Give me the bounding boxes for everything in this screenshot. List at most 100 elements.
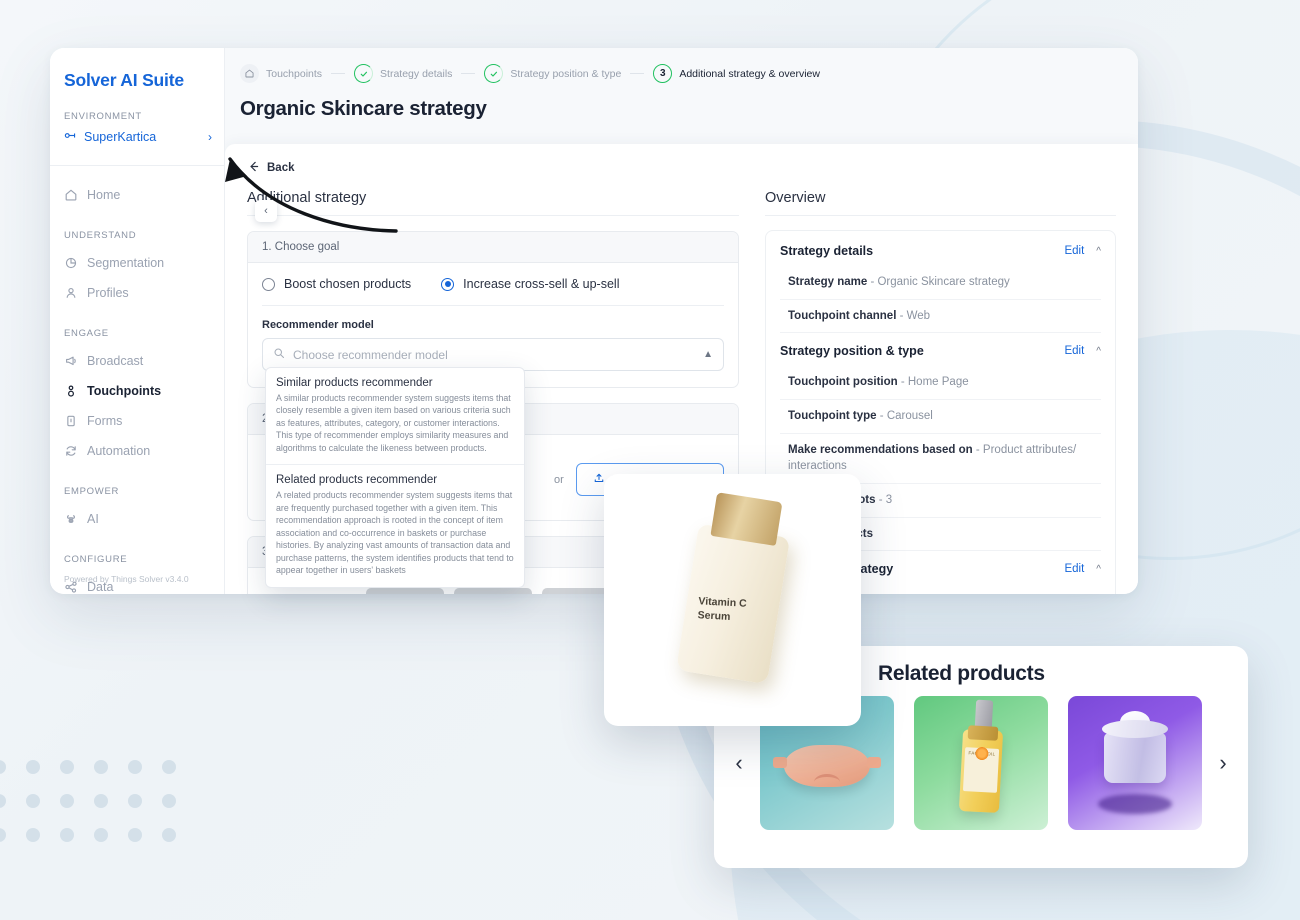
dot xyxy=(162,828,176,842)
dot xyxy=(128,760,142,774)
goal-option-1[interactable]: Boost chosen products xyxy=(262,277,411,291)
sidebar-item-profiles[interactable]: Profiles xyxy=(50,278,224,308)
recommender-model-label: Recommender model xyxy=(262,319,374,331)
breadcrumb-step-2[interactable]: Strategy details xyxy=(354,64,452,83)
sleep-mask-nose-graphic xyxy=(814,773,840,790)
product-subname: Serum xyxy=(696,609,731,624)
dot xyxy=(26,760,40,774)
overview-row-value: - Web xyxy=(896,309,931,322)
pie-chart-icon xyxy=(64,256,78,270)
dropper-collar-graphic xyxy=(967,725,999,741)
radio-button[interactable] xyxy=(262,277,275,291)
radio-button[interactable] xyxy=(441,277,455,291)
sidebar-item-touchpoints[interactable]: Touchpoints xyxy=(50,376,224,406)
divider xyxy=(262,305,724,306)
pointer-arrow-icon xyxy=(225,157,398,233)
sidebar-group-label-empower: EMPOWER xyxy=(64,486,120,497)
or-label: or xyxy=(554,473,564,486)
dot xyxy=(26,794,40,808)
product-photo: Vitamin C Serum xyxy=(622,492,843,708)
sidebar-item-segmentation[interactable]: Segmentation xyxy=(50,248,224,278)
megaphone-icon xyxy=(64,354,78,368)
step-number-circle: 3 xyxy=(653,64,673,83)
dropdown-option-1[interactable]: Similar products recommender A similar pr… xyxy=(266,368,524,466)
sidebar-item-label: Profiles xyxy=(87,286,129,300)
sidebar-item-label: Segmentation xyxy=(87,256,165,270)
dot xyxy=(162,760,176,774)
sidebar: Solver AI Suite ENVIRONMENT SuperKartica… xyxy=(50,48,225,594)
breadcrumb-separator xyxy=(630,73,645,74)
search-icon xyxy=(273,347,285,362)
overview-group-title: Strategy details xyxy=(780,244,874,258)
chevron-up-icon[interactable]: ^ xyxy=(1096,564,1101,575)
overview-heading: Overview xyxy=(765,190,1116,216)
breadcrumb-step-3[interactable]: Strategy position & type xyxy=(484,64,621,83)
dot xyxy=(162,794,176,808)
dot xyxy=(128,828,142,842)
product-slot-1[interactable]: 1 xyxy=(366,588,444,594)
recommender-model-placeholder: Choose recommender model xyxy=(293,347,448,362)
carousel-next-button[interactable]: › xyxy=(1216,750,1230,776)
chevron-up-icon[interactable]: ^ xyxy=(1096,346,1101,357)
recommender-model-dropdown[interactable]: Similar products recommender A similar pr… xyxy=(265,367,525,588)
sidebar-item-automation[interactable]: Automation xyxy=(50,436,224,466)
overview-row: Touchpoint channel - Web xyxy=(780,300,1101,334)
serum-bottle-graphic: Vitamin C Serum xyxy=(675,492,790,685)
cream-shadow-graphic xyxy=(1098,794,1172,814)
overview-row-label: Touchpoint position xyxy=(788,376,898,389)
home-icon xyxy=(240,64,259,83)
breadcrumb-label: Touchpoints xyxy=(266,67,323,80)
goal-option-2[interactable]: Increase cross-sell & up-sell xyxy=(441,277,619,291)
dot xyxy=(94,828,108,842)
sidebar-item-ai[interactable]: AI xyxy=(50,504,224,534)
sidebar-item-broadcast[interactable]: Broadcast xyxy=(50,346,224,376)
check-circle-icon xyxy=(354,64,374,83)
dropdown-option-title: Similar products recommender xyxy=(276,377,433,389)
overview-row: Touchpoint type - Carousel xyxy=(780,400,1101,434)
sidebar-item-label: Home xyxy=(87,188,121,202)
breadcrumb-label: Strategy details xyxy=(380,67,453,80)
decorative-dot-grid xyxy=(0,750,196,852)
sidebar-group-label-engage: ENGAGE xyxy=(64,328,109,339)
dropdown-option-title: Related products recommender xyxy=(276,474,438,487)
goal-radio-group: Boost chosen products Increase cross-sell… xyxy=(262,277,724,291)
app-window: Solver AI Suite ENVIRONMENT SuperKartica… xyxy=(50,48,1138,594)
goal-option-label: Boost chosen products xyxy=(284,277,412,291)
dot xyxy=(94,794,108,808)
dot xyxy=(60,760,74,774)
overview-row: Strategy name - Organic Skincare strateg… xyxy=(780,266,1101,300)
dot xyxy=(0,828,6,842)
dropdown-option-2[interactable]: Related products recommender A related pr… xyxy=(266,465,524,586)
chevron-up-icon[interactable]: ^ xyxy=(1096,246,1101,257)
chevron-up-icon[interactable]: ▲ xyxy=(703,349,713,360)
sidebar-group-label-configure: CONFIGURE xyxy=(64,554,128,565)
sidebar-item-label: Automation xyxy=(87,444,151,458)
overview-row-value: - 3 xyxy=(875,494,893,507)
overview-row-label: Strategy name xyxy=(788,276,868,288)
sidebar-item-forms[interactable]: Forms xyxy=(50,406,224,436)
product-card-face-cream[interactable] xyxy=(1068,696,1202,830)
cream-jar-graphic xyxy=(1102,710,1168,783)
breadcrumb-separator xyxy=(331,73,346,74)
serum-cap-graphic xyxy=(709,492,782,547)
breadcrumb-separator xyxy=(461,73,476,74)
overview-row-label: Touchpoint channel xyxy=(788,309,897,322)
overview-row-label: Touchpoint type xyxy=(788,410,877,423)
product-slot-2[interactable]: 2 xyxy=(454,588,532,594)
check-circle-icon xyxy=(484,64,504,83)
dot xyxy=(26,828,40,842)
breadcrumb-step-4[interactable]: 3 Additional strategy & overview xyxy=(653,64,820,83)
carousel-prev-button[interactable]: ‹ xyxy=(732,750,746,776)
dot xyxy=(0,794,6,808)
dropdown-option-description: A related products recommender system su… xyxy=(276,490,514,576)
overview-row-label: Make recommendations based on xyxy=(788,443,973,456)
overview-edit-link[interactable]: Edit xyxy=(1064,563,1084,575)
refresh-icon xyxy=(64,444,78,458)
overview-edit-link[interactable]: Edit xyxy=(1064,245,1084,257)
dot xyxy=(0,760,6,774)
breadcrumb-step-1[interactable]: Touchpoints xyxy=(240,64,322,83)
overview-group-header-1: Strategy details Edit ^ xyxy=(780,233,1101,266)
product-card-facial-oil[interactable]: FACIAL OIL xyxy=(914,696,1048,830)
overview-edit-link[interactable]: Edit xyxy=(1064,345,1084,357)
sidebar-item-label: Touchpoints xyxy=(87,384,162,398)
